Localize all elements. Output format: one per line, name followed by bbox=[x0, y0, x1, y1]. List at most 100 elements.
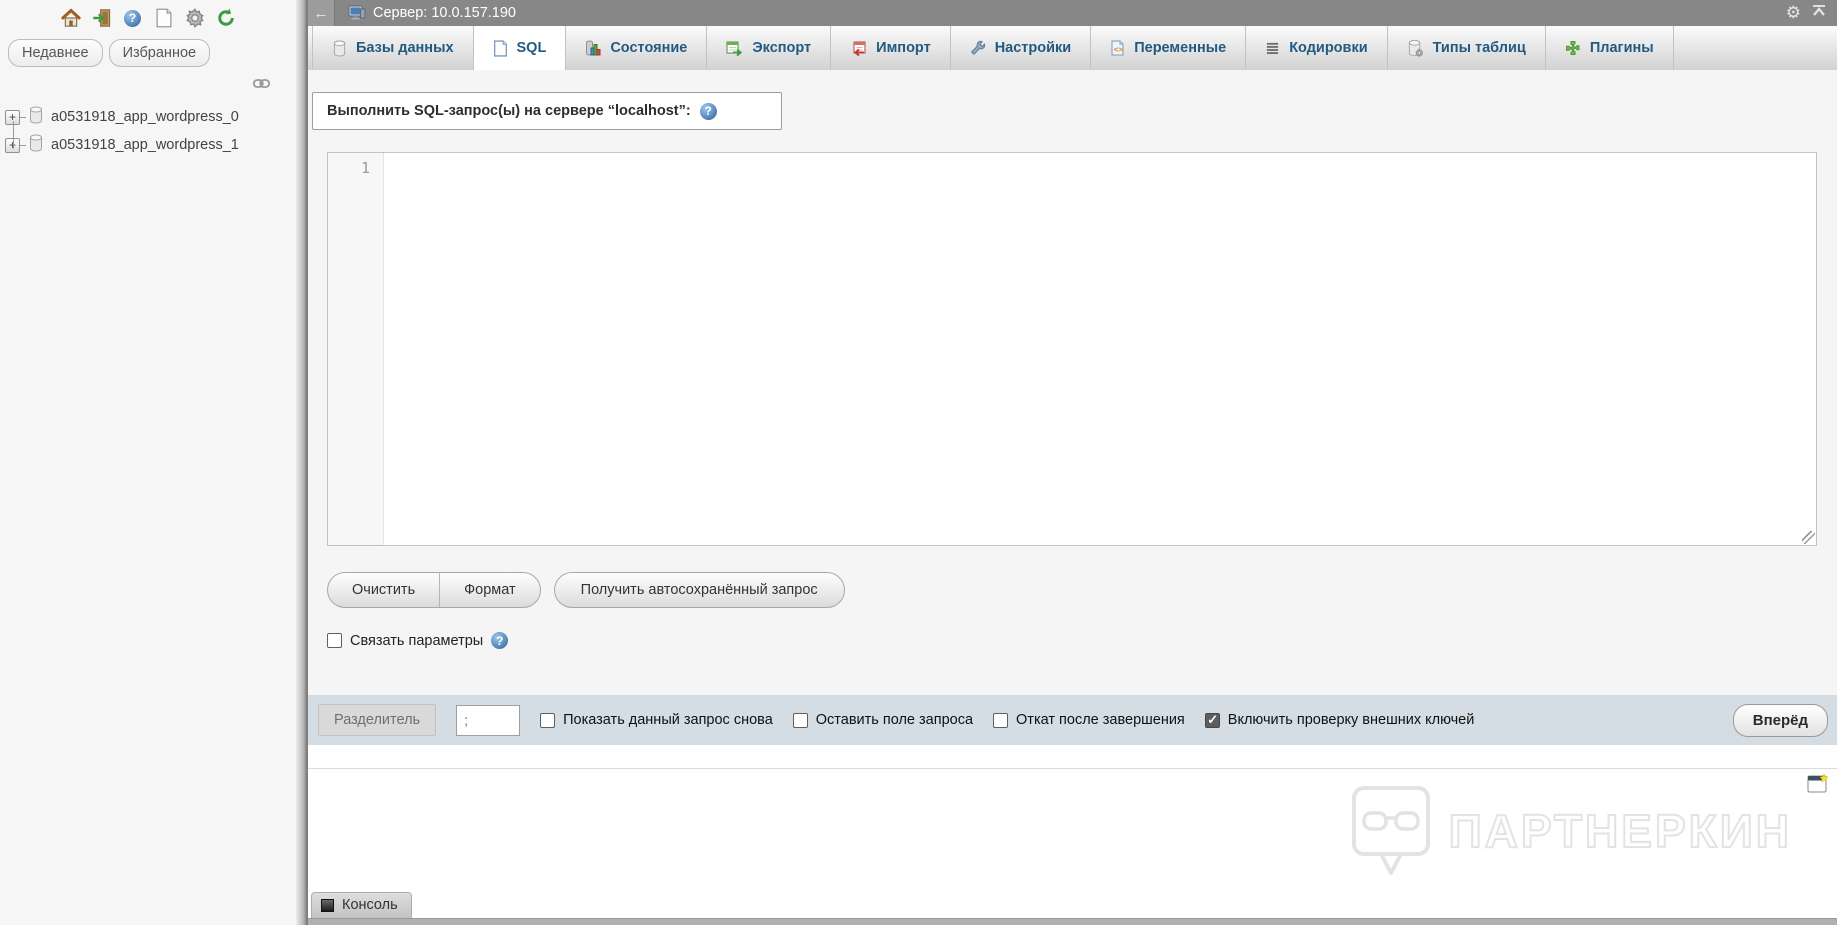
tree-row-database-1[interactable]: + a0531918_app_wordpress_1 bbox=[0, 131, 296, 159]
database-tree: + a0531918_app_wordpress_0 + a0531918_ap… bbox=[0, 95, 296, 159]
delimiter-input[interactable] bbox=[456, 704, 521, 736]
watermark-text: ПАРТНЕРКИН bbox=[1448, 804, 1792, 858]
foreign-key-checks-label[interactable]: Включить проверку внешних ключей bbox=[1228, 712, 1475, 728]
docs-icon[interactable] bbox=[153, 7, 175, 29]
tree-row-database-0[interactable]: + a0531918_app_wordpress_0 bbox=[0, 103, 296, 131]
new-window-icon[interactable] bbox=[1807, 773, 1829, 799]
query-options-footer: Разделитель Показать данный запрос снова… bbox=[308, 695, 1837, 745]
bind-parameters-label[interactable]: Связать параметры bbox=[350, 633, 483, 649]
sql-editor[interactable]: 1 bbox=[327, 152, 1817, 546]
svg-text:<>: <> bbox=[1114, 45, 1124, 54]
tab-plugins[interactable]: Плагины bbox=[1546, 26, 1674, 70]
link-icon[interactable] bbox=[252, 75, 271, 93]
go-button[interactable]: Вперёд bbox=[1732, 704, 1828, 737]
show-query-again-checkbox[interactable] bbox=[540, 712, 556, 728]
bind-parameters-help-icon[interactable]: ? bbox=[491, 632, 509, 649]
editor-line-number: 1 bbox=[328, 153, 384, 545]
delimiter-label: Разделитель bbox=[318, 704, 437, 736]
home-icon[interactable] bbox=[60, 7, 82, 29]
main-panel: ← Сервер: 10.0.157.190 ⚙ Базы данных SQL bbox=[308, 0, 1837, 925]
retain-query-box-label[interactable]: Оставить поле запроса bbox=[816, 712, 973, 728]
engines-icon bbox=[1408, 39, 1423, 57]
sql-page-icon bbox=[493, 39, 507, 57]
tab-label: Экспорт bbox=[752, 40, 812, 56]
database-icon bbox=[333, 40, 346, 56]
retain-query-box-option: Оставить поле запроса bbox=[792, 712, 973, 728]
question-mark-icon: ? bbox=[124, 9, 141, 27]
bind-parameters-row: Связать параметры ? bbox=[327, 632, 1837, 695]
sidebar-resize-handle[interactable] bbox=[296, 0, 308, 925]
console-collapsed-bar[interactable] bbox=[308, 918, 1837, 925]
rollback-option: Откат после завершения bbox=[993, 712, 1185, 728]
console-area: Консоль bbox=[308, 892, 1837, 925]
show-query-again-option: Показать данный запрос снова bbox=[540, 712, 773, 728]
tab-label: SQL bbox=[516, 40, 547, 56]
editor-resize-grip[interactable] bbox=[1802, 531, 1815, 544]
tree-hline bbox=[20, 144, 26, 146]
tab-variables[interactable]: <> Переменные bbox=[1091, 26, 1247, 70]
tree-connector-line bbox=[13, 121, 14, 149]
format-button[interactable]: Формат bbox=[439, 573, 540, 607]
bind-parameters-checkbox[interactable] bbox=[327, 633, 342, 648]
server-label: Сервер: 10.0.157.190 bbox=[373, 5, 516, 21]
back-arrow-button[interactable]: ← bbox=[308, 0, 335, 26]
query-legend: Выполнить SQL-запрос(ы) на сервере “loca… bbox=[312, 92, 782, 130]
refresh-icon[interactable] bbox=[215, 7, 237, 29]
tab-charsets[interactable]: Кодировки bbox=[1246, 26, 1388, 70]
rollback-checkbox[interactable] bbox=[993, 712, 1009, 728]
collapse-top-icon[interactable] bbox=[1811, 4, 1827, 23]
settings-icon[interactable] bbox=[184, 7, 206, 29]
logout-icon[interactable] bbox=[91, 7, 113, 29]
recent-tab[interactable]: Недавнее bbox=[8, 39, 103, 67]
query-legend-text: Выполнить SQL-запрос(ы) на сервере “loca… bbox=[327, 103, 691, 119]
watermark: ПАРТНЕРКИН bbox=[1351, 785, 1792, 877]
foreign-key-checks-checkbox[interactable] bbox=[1204, 712, 1220, 728]
wrench-icon bbox=[970, 40, 985, 56]
status-chart-icon bbox=[586, 40, 601, 56]
tab-label: Переменные bbox=[1134, 40, 1227, 56]
sidebar-toolbar: ? bbox=[0, 0, 296, 29]
foreign-key-checks-option: Включить проверку внешних ключей bbox=[1204, 712, 1475, 728]
database-name[interactable]: a0531918_app_wordpress_1 bbox=[51, 137, 239, 153]
tab-import[interactable]: Импорт bbox=[831, 26, 951, 70]
tab-export[interactable]: Экспорт bbox=[707, 26, 832, 70]
tab-label: Базы данных bbox=[356, 40, 454, 56]
editor-code-area[interactable] bbox=[384, 153, 1816, 545]
export-icon bbox=[726, 41, 743, 56]
settings-gear-icon[interactable]: ⚙ bbox=[1786, 3, 1801, 23]
clear-format-button-group: Очистить Формат bbox=[327, 572, 541, 608]
navigation-sidebar: ? Недавнее Избранное + a0531918_app_word… bbox=[0, 0, 296, 925]
favorites-tab[interactable]: Избранное bbox=[108, 39, 211, 67]
import-icon bbox=[853, 41, 866, 56]
tab-label: Плагины bbox=[1589, 40, 1654, 56]
tab-label: Типы таблиц bbox=[1432, 40, 1526, 56]
tab-sql[interactable]: SQL bbox=[473, 26, 567, 70]
database-icon bbox=[28, 105, 44, 129]
topbar-right-icons: ⚙ bbox=[1786, 3, 1837, 23]
phpmyadmin-app: ? Недавнее Избранное + a0531918_app_word… bbox=[0, 0, 1837, 925]
get-autosaved-query-button[interactable]: Получить автосохранённый запрос bbox=[553, 572, 845, 608]
tab-settings[interactable]: Настройки bbox=[951, 26, 1092, 70]
tab-engines[interactable]: Типы таблиц bbox=[1388, 26, 1546, 70]
show-query-again-label[interactable]: Показать данный запрос снова bbox=[563, 712, 773, 728]
help-icon[interactable]: ? bbox=[122, 7, 144, 29]
database-name[interactable]: a0531918_app_wordpress_0 bbox=[51, 109, 239, 125]
charsets-icon bbox=[1267, 42, 1279, 54]
rollback-label[interactable]: Откат после завершения bbox=[1016, 712, 1185, 728]
main-tab-bar: Базы данных SQL Состояние Экспорт Импорт… bbox=[308, 26, 1837, 70]
console-icon bbox=[321, 898, 334, 912]
database-icon bbox=[28, 133, 44, 157]
variables-icon: <> bbox=[1111, 40, 1124, 56]
results-divider bbox=[308, 768, 1837, 769]
clear-button[interactable]: Очистить bbox=[328, 573, 439, 607]
sql-help-icon[interactable]: ? bbox=[699, 102, 717, 120]
tab-databases[interactable]: Базы данных bbox=[312, 26, 474, 70]
console-label: Консоль bbox=[342, 897, 398, 913]
tab-label: Состояние bbox=[610, 40, 688, 56]
tab-status[interactable]: Состояние bbox=[566, 26, 708, 70]
sql-query-section: Выполнить SQL-запрос(ы) на сервере “loca… bbox=[308, 70, 1837, 695]
retain-query-box-checkbox[interactable] bbox=[792, 712, 808, 728]
tab-label: Импорт bbox=[876, 40, 931, 56]
console-toggle[interactable]: Консоль bbox=[311, 892, 412, 918]
server-icon bbox=[348, 5, 366, 21]
